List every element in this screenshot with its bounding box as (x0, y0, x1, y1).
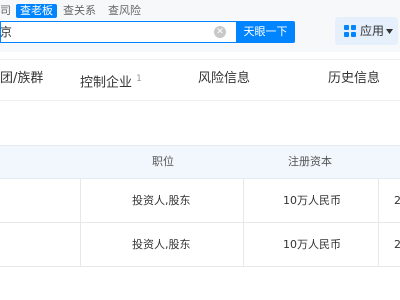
cell-capital: 10万人民币 (283, 238, 341, 251)
cell-capital: 10万人民币 (283, 194, 341, 207)
search-input[interactable] (0, 21, 236, 43)
column-header-capital: 注册资本 (288, 155, 332, 168)
clear-icon[interactable]: ✕ (214, 26, 226, 38)
apps-grid-icon (344, 25, 356, 37)
search-tab-risk[interactable]: 查风险 (108, 4, 141, 18)
column-divider (378, 179, 379, 267)
search-input-value[interactable]: 京 (0, 25, 12, 39)
column-header-position: 职位 (152, 155, 174, 168)
cell-partial: 2 (394, 194, 400, 207)
table-header (0, 145, 400, 179)
search-tab-relation[interactable]: 查关系 (63, 4, 96, 18)
cell-partial: 2 (394, 238, 400, 251)
cell-position: 投资人,股东 (132, 194, 191, 207)
tab-group[interactable]: 团/族群 (0, 71, 43, 87)
cell-position: 投资人,股东 (132, 238, 191, 251)
search-tab-partial[interactable]: 司 (0, 4, 11, 18)
search-button[interactable]: 天眼一下 (236, 21, 295, 43)
tab-risk-info[interactable]: 风险信息 (198, 71, 250, 87)
tab-history-info[interactable]: 历史信息 (328, 71, 380, 87)
apps-button[interactable]: 应用 (335, 17, 398, 45)
tab-count-badge: 1 (136, 74, 142, 84)
search-tab-boss[interactable]: 查老板 (16, 4, 57, 18)
tab-controlled-companies-label: 控制企业 (80, 75, 133, 91)
column-divider (80, 179, 81, 267)
tab-controlled-companies[interactable]: 控制企业 1 (80, 71, 142, 91)
apps-label: 应用 (360, 24, 385, 38)
caret-down-icon (386, 29, 393, 34)
column-divider (243, 179, 244, 267)
